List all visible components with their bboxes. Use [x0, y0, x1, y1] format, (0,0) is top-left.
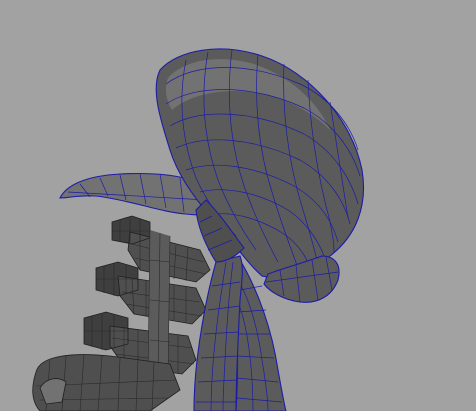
3d-scene-canvas[interactable] [0, 0, 476, 411]
maya-viewport[interactable] [0, 0, 476, 411]
spine-vertebrae[interactable] [32, 215, 211, 411]
front-tentacle[interactable] [193, 255, 243, 411]
head-shell[interactable] [59, 48, 365, 303]
